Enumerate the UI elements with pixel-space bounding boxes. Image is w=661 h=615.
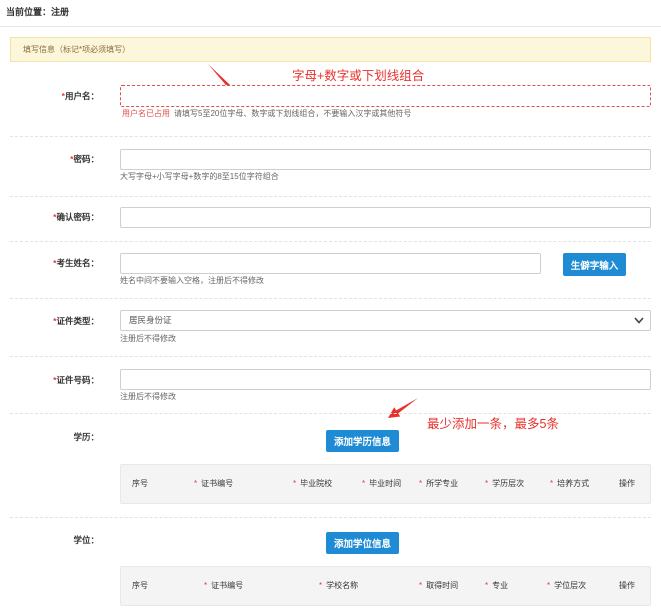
column-label: 培养方式 (557, 479, 590, 488)
column-label: 序号 (132, 581, 148, 590)
required-mark: * (485, 479, 489, 488)
rare-char-input-button[interactable]: 生僻字输入 (563, 253, 626, 276)
column-label: 证书编号 (201, 479, 234, 488)
required-mark: * (362, 479, 366, 488)
annotation-arrow-education (388, 398, 418, 418)
name-label: *考生姓名： (0, 257, 99, 269)
username-hint-text: 请填写5至20位字母、数字或下划线组合，不要输入汉字或其他符号 (174, 109, 412, 118)
column-header: * 证书编号 (204, 567, 243, 605)
required-mark: * (194, 479, 198, 488)
username-label: *用户名： (0, 90, 99, 102)
column-header: 操作 (619, 465, 635, 503)
id-number-input[interactable] (120, 369, 651, 390)
username-label-text: 用户名： (64, 91, 99, 101)
password-label: *密码： (0, 153, 99, 165)
column-label: 毕业院校 (300, 479, 333, 488)
id-type-label-text: 证件类型： (56, 316, 99, 326)
column-label: 所学专业 (426, 479, 459, 488)
password-label-text: 密码： (73, 154, 99, 164)
password-input[interactable] (120, 149, 651, 170)
education-table-header: 序号 * 证书编号 * 毕业院校 * 毕业时间 * 所学专业 * 学历层次 * 培养方式 操… (120, 464, 651, 504)
name-label-text: 考生姓名： (56, 258, 99, 268)
degree-table-header: 序号 * 证书编号 * 学校名称 * 取得时间 * 专业 * 学位层次 操作 (120, 566, 651, 606)
username-input[interactable] (120, 85, 651, 107)
required-mark: * (293, 479, 297, 488)
username-error: 用户名已占用 (122, 109, 170, 118)
id-number-hint: 注册后不得修改 (120, 392, 176, 401)
confirm-password-label: *确认密码： (0, 211, 99, 223)
row-divider (10, 356, 651, 357)
column-header: 序号 (132, 567, 148, 605)
row-divider (10, 517, 651, 518)
column-header: * 毕业时间 (362, 465, 401, 503)
id-number-label: *证件号码： (0, 374, 99, 386)
row-divider (10, 241, 651, 242)
column-label: 取得时间 (426, 581, 459, 590)
column-header: 序号 (132, 465, 148, 503)
password-hint: 大写字母+小写字母+数字的8至15位字符组合 (120, 172, 279, 181)
column-header: * 毕业院校 (293, 465, 332, 503)
column-header: * 证书编号 (194, 465, 233, 503)
required-mark: * (319, 581, 323, 590)
annotation-education-tip: 最少添加一条，最多5条 (427, 417, 559, 431)
add-degree-button[interactable]: 添加学位信息 (326, 532, 399, 554)
row-divider (10, 413, 651, 414)
column-label: 学历层次 (492, 479, 525, 488)
row-divider (10, 196, 651, 197)
id-number-label-text: 证件号码： (56, 375, 99, 385)
breadcrumb: 当前位置：注册 (6, 7, 70, 17)
column-header: * 所学专业 (419, 465, 458, 503)
column-label: 专业 (492, 581, 509, 590)
name-input[interactable] (120, 253, 541, 274)
column-label: 毕业时间 (369, 479, 402, 488)
column-label: 学校名称 (326, 581, 359, 590)
id-type-label: *证件类型： (0, 315, 99, 327)
column-header: 操作 (619, 567, 635, 605)
required-mark: * (419, 479, 423, 488)
id-type-select[interactable]: 居民身份证 (120, 310, 651, 331)
chevron-down-icon (634, 317, 644, 324)
row-divider (10, 136, 651, 137)
column-header: * 学校名称 (319, 567, 358, 605)
degree-label: 学位： (73, 535, 99, 545)
confirm-password-label-text: 确认密码： (56, 212, 99, 222)
confirm-password-input[interactable] (120, 207, 651, 228)
column-header: * 学位层次 (547, 567, 586, 605)
row-divider (10, 298, 651, 299)
username-hint: 用户名已占用 请填写5至20位字母、数字或下划线组合，不要输入汉字或其他符号 (120, 108, 411, 120)
id-type-selected-value: 居民身份证 (129, 315, 172, 325)
column-header: * 取得时间 (419, 567, 458, 605)
required-mark: * (419, 581, 423, 590)
column-label: 序号 (132, 479, 148, 488)
header-divider (0, 26, 661, 27)
column-header: * 学历层次 (485, 465, 524, 503)
education-label: 学历： (73, 432, 99, 442)
add-education-button[interactable]: 添加学历信息 (326, 430, 399, 452)
required-mark: * (485, 581, 489, 590)
column-label: 操作 (619, 581, 635, 590)
required-mark: * (204, 581, 208, 590)
column-header: * 培养方式 (550, 465, 589, 503)
column-label: 证书编号 (211, 581, 244, 590)
required-mark: * (547, 581, 551, 590)
required-fields-notice: 填写信息（标记*项必须填写） (10, 37, 651, 62)
annotation-username-tip: 字母+数字或下划线组合 (292, 69, 425, 83)
name-hint: 姓名中间不要输入空格，注册后不得修改 (120, 276, 264, 285)
column-label: 学位层次 (554, 581, 587, 590)
column-label: 操作 (619, 479, 635, 488)
id-type-hint: 注册后不得修改 (120, 334, 176, 343)
required-mark: * (550, 479, 554, 488)
column-header: * 专业 (485, 567, 508, 605)
